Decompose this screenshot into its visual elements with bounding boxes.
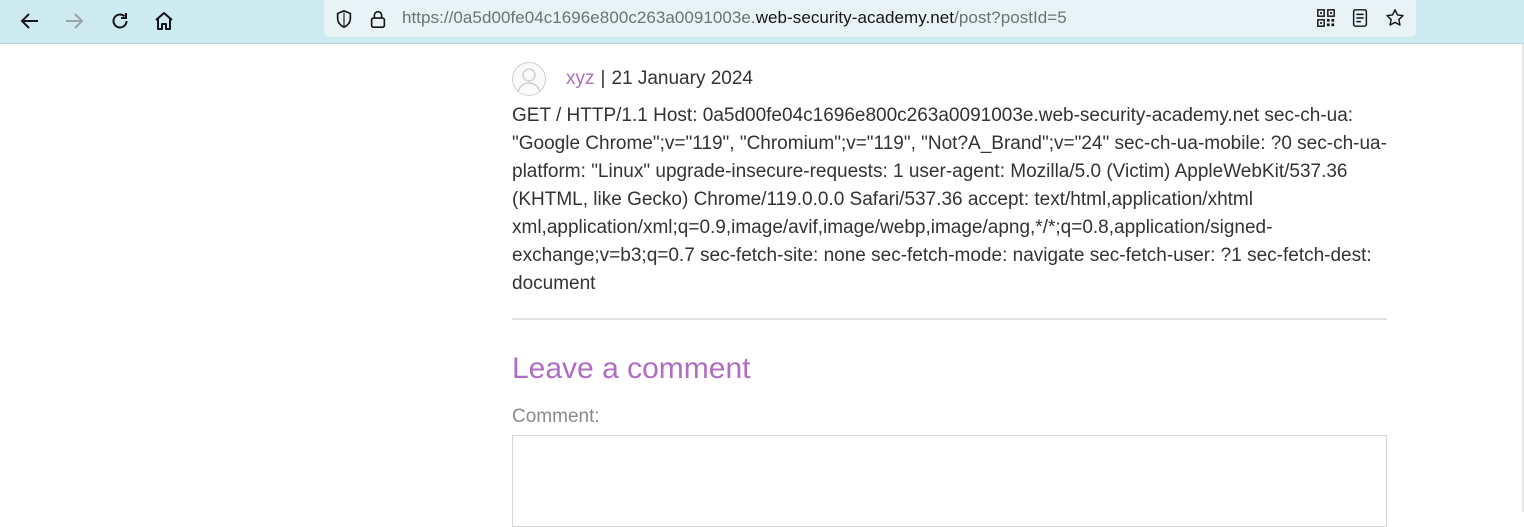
divider bbox=[512, 318, 1387, 320]
comment-label: Comment: bbox=[512, 406, 600, 427]
avatar-icon bbox=[512, 62, 546, 96]
url-domain: web-security-academy.net bbox=[755, 8, 955, 27]
comment-date: 21 January 2024 bbox=[611, 68, 753, 89]
qr-code-icon[interactable] bbox=[1315, 7, 1337, 29]
forward-button[interactable] bbox=[58, 5, 90, 37]
comment-body: GET / HTTP/1.1 Host: 0a5d00fe04c1696e800… bbox=[512, 105, 1387, 294]
forward-arrow-icon bbox=[66, 13, 84, 29]
back-button[interactable] bbox=[14, 5, 46, 37]
comment-meta: xyz | 21 January 2024 bbox=[512, 61, 753, 97]
bookmark-star-icon[interactable] bbox=[1384, 7, 1406, 29]
reader-view-icon[interactable] bbox=[1349, 7, 1371, 29]
url-suffix: /post?postId=5 bbox=[954, 8, 1067, 27]
url-text[interactable]: https://0a5d00fe04c1696e800c263a0091003e… bbox=[402, 8, 1067, 28]
reload-button[interactable] bbox=[104, 5, 136, 37]
address-bar[interactable]: https://0a5d00fe04c1696e800c263a0091003e… bbox=[324, 0, 1416, 37]
url-prefix: https://0a5d00fe04c1696e800c263a0091003e… bbox=[402, 8, 756, 27]
home-icon bbox=[155, 12, 173, 30]
reload-icon bbox=[112, 13, 128, 29]
lock-icon[interactable] bbox=[367, 8, 389, 30]
shield-icon[interactable] bbox=[333, 8, 355, 30]
home-button[interactable] bbox=[148, 5, 180, 37]
comment-textarea[interactable] bbox=[512, 435, 1387, 527]
browser-toolbar: https://0a5d00fe04c1696e800c263a0091003e… bbox=[0, 0, 1524, 44]
back-arrow-icon bbox=[20, 13, 38, 29]
leave-comment-heading: Leave a comment bbox=[512, 352, 751, 385]
meta-separator: | bbox=[600, 68, 606, 89]
comment-author[interactable]: xyz bbox=[566, 68, 595, 90]
